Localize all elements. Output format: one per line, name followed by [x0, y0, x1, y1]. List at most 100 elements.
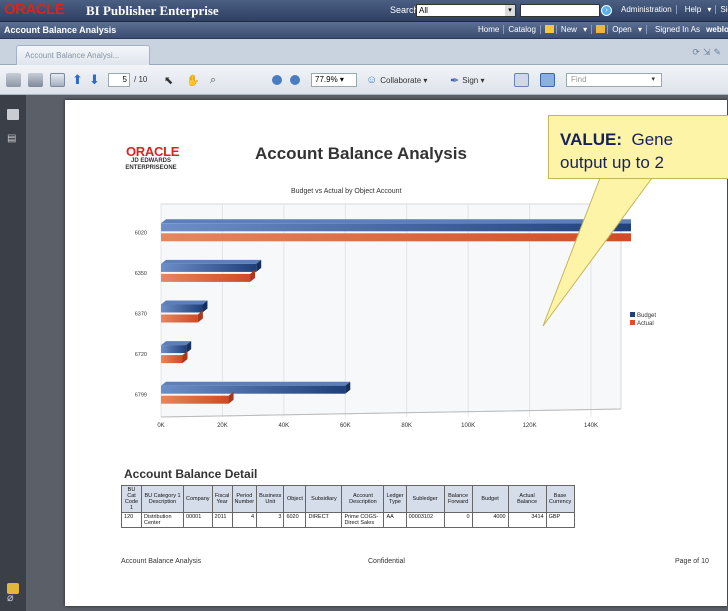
table-row: 120 Distribution Center 00001 2011 4 3 6020 DIR… [121, 512, 575, 528]
arrow-up-icon: ⬆ [72, 72, 83, 87]
full-screen-button[interactable] [540, 72, 555, 88]
detail-table: BU Cat Code 1 BU Category 1 Description Co… [121, 485, 575, 528]
table-header-cell: BU Cat Code 1 [121, 485, 142, 513]
tab-actions: ⟳⇲✎ [692, 47, 724, 58]
search-input[interactable] [520, 4, 600, 17]
budget-actual-chart: 0K 20K 40K 60K 80K 100K 120K 140K 6020 6350 6370 67… [135, 203, 631, 429]
callout-label: VALUE: [560, 130, 623, 149]
snapshot-button[interactable]: ⌕ [210, 72, 216, 88]
table-cell: GBP [545, 512, 575, 528]
table-cell: 6020 [283, 512, 307, 528]
collaborate-icon: ☺ [366, 74, 378, 86]
report-oracle-logo: ORACLE [126, 144, 180, 159]
tab-bar: Account Balance Analysi... ⟳⇲✎ [0, 39, 728, 65]
catalog-link[interactable]: Catalog [503, 25, 540, 34]
table-header-cell: BU Category 1 Description [141, 485, 184, 513]
table-cell: Distribution Center [141, 512, 184, 528]
x-tick-label: 20K [217, 423, 228, 429]
table-cell: 0 [443, 512, 473, 528]
new-menu[interactable]: New ▾ [539, 25, 592, 34]
app-header: ORACLE BI Publisher Enterprise Search Al… [0, 0, 728, 22]
snapshot-icon: ⌕ [210, 73, 217, 86]
email-button[interactable] [50, 72, 65, 88]
actual-bar [161, 395, 229, 404]
print-icon [6, 73, 21, 87]
actual-bar [161, 273, 251, 282]
help-link[interactable]: Help ▾ [675, 5, 716, 14]
page-number-input[interactable]: 5 [108, 73, 130, 87]
zoom-in-icon [290, 75, 300, 85]
print-button[interactable] [6, 72, 21, 88]
budget-bar [161, 263, 257, 272]
x-tick-label: 120K [523, 423, 537, 429]
zoom-out-button[interactable] [272, 72, 282, 88]
tab-account-balance[interactable]: Account Balance Analysi... [16, 45, 150, 65]
x-tick-label: 40K [279, 423, 290, 429]
prev-page-button[interactable]: ⬆ [72, 72, 83, 88]
budget-bar [161, 223, 631, 232]
hand-tool-button[interactable]: ✋ [186, 72, 200, 88]
hand-icon: ✋ [186, 74, 200, 87]
pages-icon[interactable] [7, 109, 19, 120]
budget-bar [161, 345, 187, 354]
folder-icon [596, 25, 606, 33]
zoom-in-button[interactable] [290, 72, 300, 88]
table-header-cell: Subsidiary [305, 485, 343, 513]
search-go-icon[interactable]: › [601, 5, 612, 16]
open-menu[interactable]: Open ▾ [591, 25, 647, 34]
page-total: / 10 [134, 75, 148, 84]
home-link[interactable]: Home [474, 25, 503, 34]
table-cell: 3414 [507, 512, 547, 528]
save-button[interactable] [28, 72, 43, 88]
table-cell: 00001 [183, 512, 213, 528]
table-header-cell: Object [283, 485, 307, 513]
search-scope-value: All [419, 6, 428, 15]
table-header-cell: Budget [471, 485, 509, 513]
pdf-sidebar: ▤ ⌀ [0, 95, 26, 611]
paperclip-icon[interactable]: ⌀ [7, 591, 19, 604]
refresh-icon[interactable]: ⟳ [692, 47, 703, 57]
save-icon [28, 73, 43, 87]
sign-out-link[interactable]: Sign Out [715, 5, 728, 14]
y-tick-label: 6350 [135, 271, 147, 277]
table-cell: 4 [231, 512, 258, 528]
administration-link[interactable]: Administration [617, 5, 676, 14]
legend-swatch-actual [630, 320, 635, 325]
export-icon[interactable]: ⇲ [703, 47, 714, 57]
zoom-select[interactable]: 77.9% ▾ [311, 73, 357, 87]
next-page-button[interactable]: ⬇ [89, 72, 100, 88]
nav-bar: Account Balance Analysis Home Catalog New … [0, 22, 728, 39]
settings-icon[interactable]: ✎ [713, 47, 724, 57]
report-title: Account Balance Analysis [255, 144, 467, 163]
chevron-down-icon: ▾ [505, 5, 515, 16]
table-header-cell: Period Number [231, 485, 258, 513]
table-cell: 2011 [211, 512, 233, 528]
budget-bar-top [161, 219, 631, 224]
footer-right: Page of 10 [675, 558, 709, 565]
table-header-cell: Company [183, 485, 213, 513]
budget-bar-top [161, 300, 208, 305]
table-cell: 4000 [471, 512, 509, 528]
table-header-row: BU Cat Code 1 BU Category 1 Description Co… [121, 485, 575, 513]
table-cell: Prime COGS-Direct Sales [341, 512, 385, 528]
table-cell: 00003102 [405, 512, 445, 528]
x-tick-label: 0K [157, 423, 164, 429]
fit-width-button[interactable] [514, 72, 529, 88]
nav-links: Home Catalog New ▾ Open ▾ Signed In As weblo… [474, 25, 728, 34]
collaborate-button[interactable]: ☺ Collaborate ▾ [366, 72, 427, 88]
select-tool-button[interactable]: ⬉ [164, 72, 173, 88]
y-tick-label: 6370 [135, 312, 147, 318]
legend-swatch-budget [630, 312, 635, 317]
table-cell: DIRECT [305, 512, 343, 528]
table-header-cell: Actual Balance [507, 485, 547, 513]
attachments-panel-icon[interactable]: ▤ [7, 133, 19, 144]
find-input[interactable]: Find ▾ [566, 73, 662, 87]
budget-bar-top [161, 259, 262, 264]
sign-button[interactable]: ✒ Sign ▾ [450, 72, 484, 88]
chart-legend: Budget Actual [630, 312, 656, 328]
table-header-cell: Account Description [341, 485, 385, 513]
pdf-toolbar: ⬆ ⬇ 5 / 10 ⬉ ✋ ⌕ 77.9% ▾ ☺ Collaborate ▾ … [0, 65, 728, 95]
callout-line2: output up to 2 [560, 153, 664, 172]
search-scope-select[interactable]: All ▾ [416, 4, 516, 17]
x-tick-label: 140K [584, 423, 598, 429]
